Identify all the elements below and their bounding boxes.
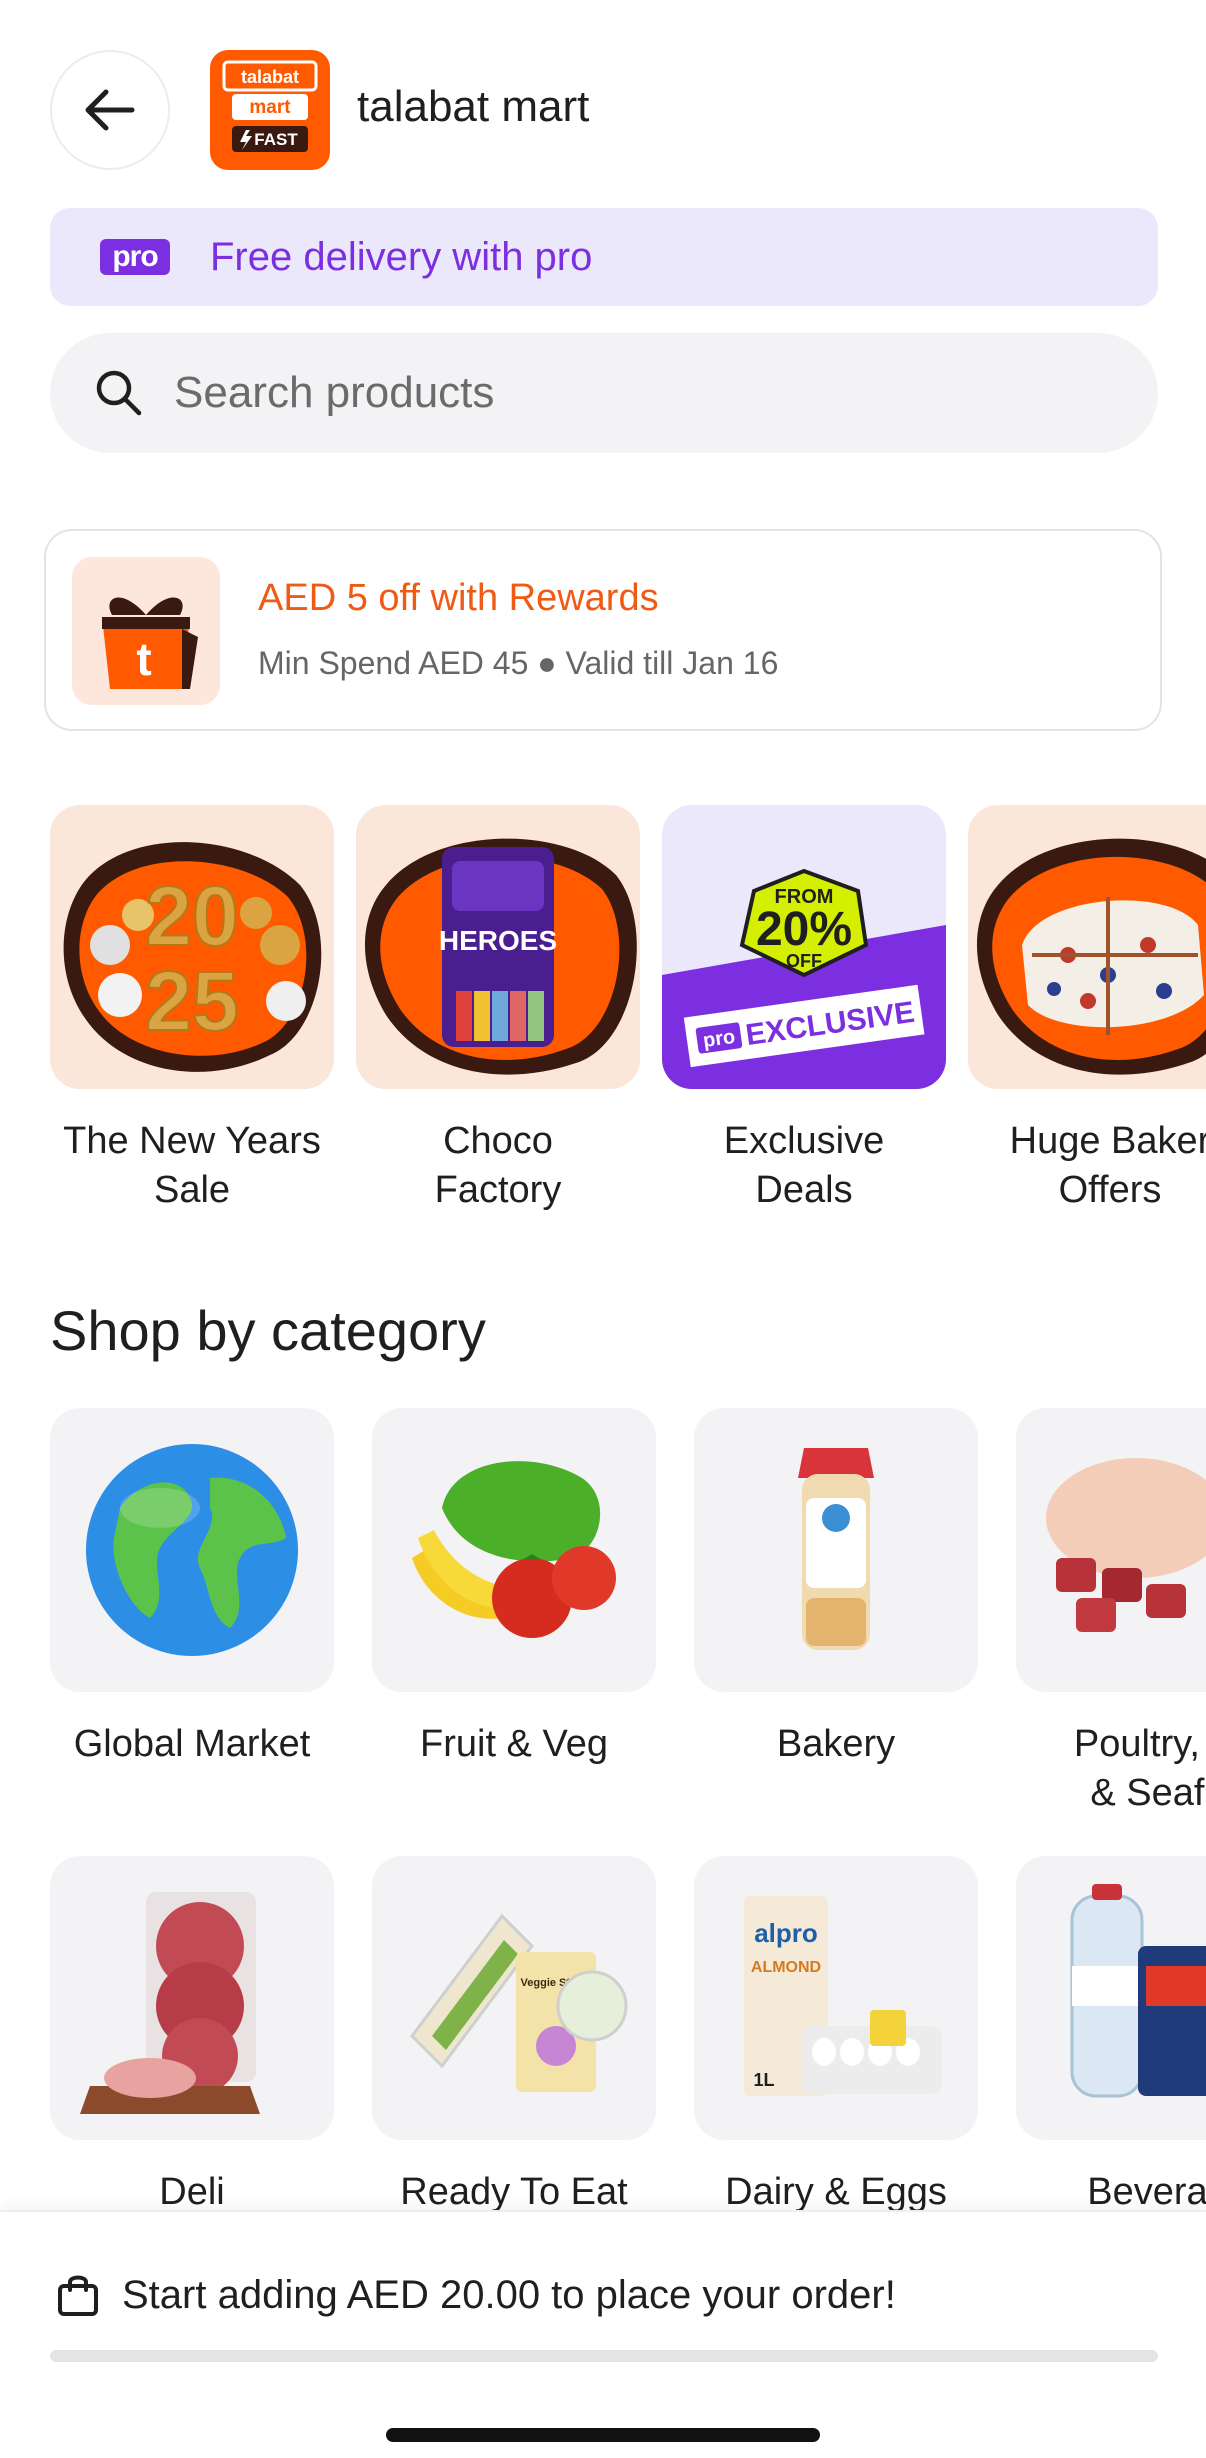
rewards-title: AED 5 off with Rewards xyxy=(258,577,659,619)
category-label: Poultry, M& Seafo xyxy=(1073,1723,1206,1814)
category-poultry-meat-seafood[interactable]: Poultry, M& Seafo xyxy=(1016,1408,1206,1818)
category-label: Bakery xyxy=(776,1723,896,1765)
promo-huge-bakery-offers[interactable]: Huge Baker Offers xyxy=(968,805,1206,1215)
promo-choco-factory[interactable]: HEROES Choco Factory xyxy=(356,805,640,1215)
svg-text:FAST: FAST xyxy=(254,130,298,149)
svg-text:ALMOND: ALMOND xyxy=(751,1959,821,1976)
header: talabat mart FAST talabat mart xyxy=(0,0,1206,190)
section-title: Shop by category xyxy=(50,1299,486,1362)
beverages-image xyxy=(1016,1856,1206,2140)
promo-label: Huge Baker Offers xyxy=(1009,1120,1206,1211)
choco-image: HEROES xyxy=(356,805,640,1089)
svg-text:t: t xyxy=(136,633,151,685)
search-icon xyxy=(96,370,142,416)
svg-text:1L: 1L xyxy=(753,2070,774,2090)
svg-text:mart: mart xyxy=(249,97,291,118)
deli-image xyxy=(50,1856,334,2140)
category-bakery[interactable]: Bakery xyxy=(694,1408,978,1769)
svg-text:talabat: talabat xyxy=(241,67,299,87)
svg-text:alpro: alpro xyxy=(754,1918,818,1948)
ready-to-eat-image: Veggie Sticks xyxy=(372,1856,656,2140)
search-input[interactable] xyxy=(174,368,1074,418)
store-title: talabat mart xyxy=(357,82,590,131)
cart-bottom-bar: Start adding AED 20.00 to place your ord… xyxy=(0,2210,1206,2458)
new-years-image: 20 25 xyxy=(50,805,334,1089)
rewards-card[interactable]: t AED 5 off with Rewards Min Spend AED 4… xyxy=(44,529,1162,731)
svg-text:pro: pro xyxy=(702,1026,737,1052)
svg-text:OFF: OFF xyxy=(786,951,822,971)
category-grid: Global Market Fruit & Veg Bakery Poultry… xyxy=(0,1408,1206,2218)
category-label: Fruit & Veg xyxy=(420,1723,608,1765)
order-text: Start adding AED 20.00 to place your ord… xyxy=(122,2272,896,2317)
category-beverages[interactable]: Beverag xyxy=(1016,1856,1206,2217)
back-button[interactable] xyxy=(50,50,170,170)
pro-badge: pro xyxy=(100,239,170,275)
category-fruit-veg[interactable]: Fruit & Veg xyxy=(372,1408,656,1769)
svg-text:HEROES: HEROES xyxy=(439,925,557,956)
svg-text:20: 20 xyxy=(145,869,238,963)
home-indicator[interactable] xyxy=(386,2428,820,2442)
category-label: Global Market xyxy=(73,1723,311,1765)
category-global-market[interactable]: Global Market xyxy=(50,1408,334,1769)
pro-banner-text: Free delivery with pro xyxy=(210,234,593,279)
back-arrow-icon xyxy=(85,89,135,131)
gift-icon: t xyxy=(72,557,220,705)
rewards-subtitle: Min Spend AED 45 ● Valid till Jan 16 xyxy=(258,645,779,681)
promo-carousel[interactable]: 20 25 The New Years Sale HEROES Choco Fact… xyxy=(0,805,1206,1225)
store-logo: talabat mart FAST xyxy=(210,50,330,170)
search-bar[interactable] xyxy=(50,333,1158,453)
promo-label: Choco Factory xyxy=(434,1120,562,1211)
category-dairy-eggs[interactable]: alpro ALMOND 1L Dairy & Eggs xyxy=(694,1856,978,2217)
dairy-eggs-image: alpro ALMOND 1L xyxy=(694,1856,978,2140)
bread-image xyxy=(694,1408,978,1692)
exclusive-deals-image: FROM 20% OFF pro EXCLUSIVE xyxy=(662,805,946,1089)
order-progress-bar xyxy=(50,2350,1158,2362)
svg-text:25: 25 xyxy=(145,954,238,1048)
bakery-offer-image xyxy=(968,805,1206,1089)
promo-exclusive-deals[interactable]: FROM 20% OFF pro EXCLUSIVE Exclusive Deal… xyxy=(662,805,946,1215)
promo-new-years-sale[interactable]: 20 25 The New Years Sale xyxy=(50,805,334,1215)
poultry-image xyxy=(1016,1408,1206,1692)
svg-text:20%: 20% xyxy=(756,903,852,956)
pro-banner[interactable]: pro Free delivery with pro xyxy=(50,208,1158,306)
fruit-veg-image xyxy=(372,1408,656,1692)
shopping-bag-icon xyxy=(58,2275,98,2316)
category-deli[interactable]: Deli xyxy=(50,1856,334,2217)
category-ready-to-eat[interactable]: Veggie Sticks Ready To Eat xyxy=(372,1856,656,2217)
promo-label: Exclusive Deals xyxy=(723,1120,885,1211)
globe-image xyxy=(50,1408,334,1692)
promo-label: The New Years Sale xyxy=(63,1120,321,1211)
minimum-order-message: Start adding AED 20.00 to place your ord… xyxy=(56,2272,896,2318)
